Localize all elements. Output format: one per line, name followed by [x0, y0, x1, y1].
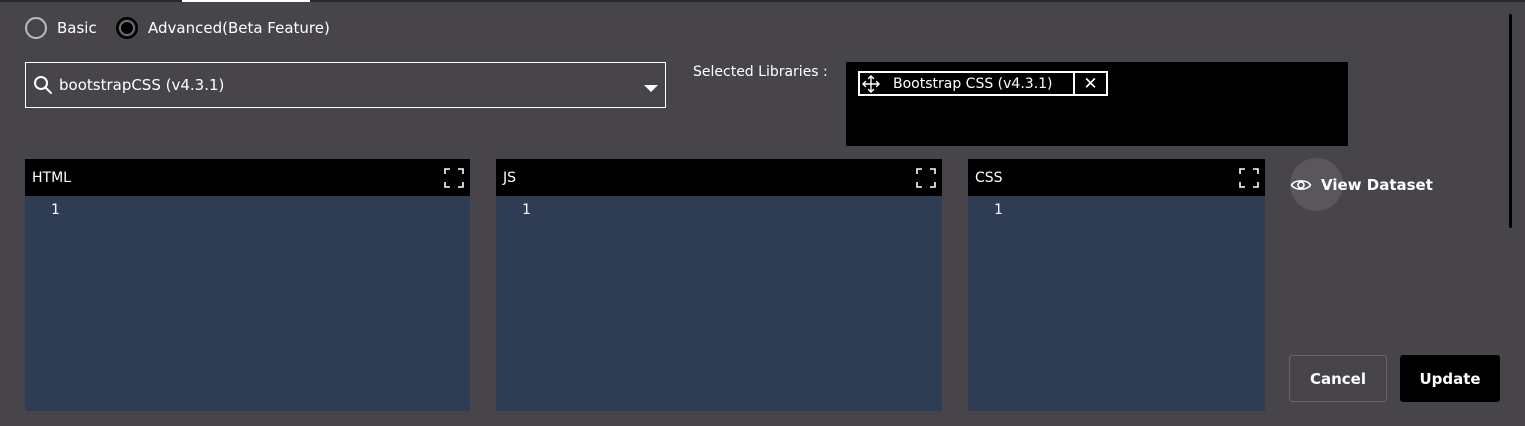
js-editor-header: JS — [496, 159, 942, 196]
caret-down-icon[interactable] — [644, 84, 658, 92]
view-dataset-button[interactable]: View Dataset — [1290, 158, 1433, 211]
radio-advanced[interactable]: Advanced(Beta Feature) — [116, 13, 330, 43]
top-divider — [0, 0, 1525, 2]
selected-libraries-box: Bootstrap CSS (v4.3.1) ✕ — [846, 62, 1348, 146]
remove-library-close-icon[interactable]: ✕ — [1075, 74, 1106, 94]
radio-advanced-circle[interactable] — [116, 17, 138, 39]
line-number: 1 — [522, 202, 531, 218]
css-editor-title: CSS — [975, 169, 1003, 186]
cancel-button[interactable]: Cancel — [1289, 355, 1387, 402]
active-tab-indicator — [182, 0, 310, 2]
fullscreen-icon[interactable] — [444, 167, 464, 188]
library-chip[interactable]: Bootstrap CSS (v4.3.1) ✕ — [858, 71, 1108, 96]
update-button[interactable]: Update — [1400, 355, 1500, 402]
fullscreen-icon[interactable] — [916, 167, 936, 188]
eye-icon — [1290, 179, 1312, 190]
css-editor-header: CSS — [968, 159, 1265, 196]
move-icon[interactable] — [861, 74, 881, 94]
line-number: 1 — [994, 202, 1003, 218]
scrollbar[interactable] — [1509, 14, 1512, 228]
radio-basic[interactable]: Basic — [25, 13, 97, 43]
search-icon — [34, 76, 52, 94]
fullscreen-icon[interactable] — [1239, 167, 1259, 188]
radio-basic-label: Basic — [57, 19, 97, 37]
css-editor[interactable]: CSS 1 — [968, 159, 1265, 411]
radio-basic-circle[interactable] — [25, 17, 47, 39]
js-editor-title: JS — [503, 169, 517, 186]
html-editor-header: HTML — [25, 159, 470, 196]
library-search-select[interactable]: bootstrapCSS (v4.3.1) — [25, 62, 666, 108]
library-search-value[interactable]: bootstrapCSS (v4.3.1) — [59, 76, 644, 94]
html-editor[interactable]: HTML 1 — [25, 159, 470, 411]
view-dataset-label: View Dataset — [1321, 175, 1433, 194]
line-number: 1 — [51, 202, 60, 218]
radio-selected-dot — [121, 22, 133, 34]
library-chip-name: Bootstrap CSS (v4.3.1) — [893, 73, 1075, 94]
html-editor-title: HTML — [32, 169, 71, 186]
selected-libraries-label: Selected Libraries : — [693, 64, 828, 80]
js-editor[interactable]: JS 1 — [496, 159, 942, 411]
radio-advanced-label: Advanced(Beta Feature) — [148, 19, 330, 37]
